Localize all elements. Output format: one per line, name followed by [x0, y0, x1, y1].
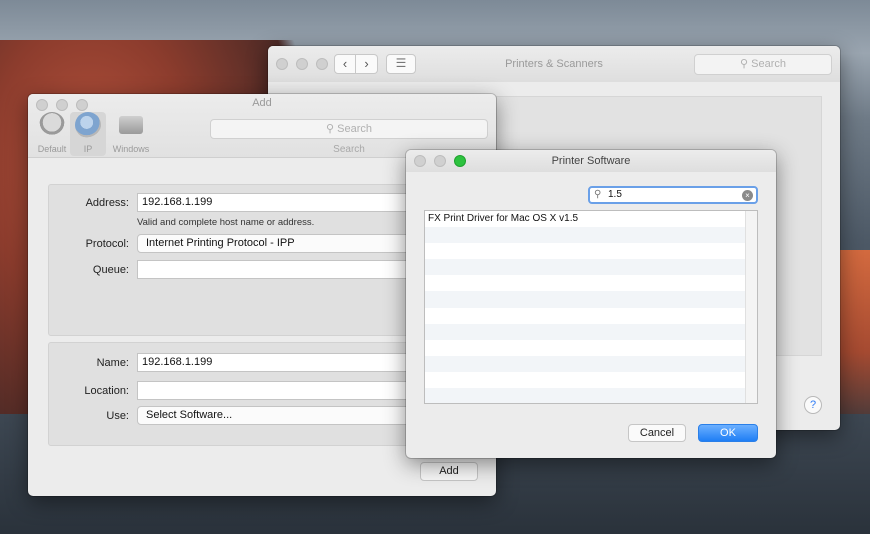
- printer-software-titlebar[interactable]: Printer Software: [406, 150, 776, 172]
- cancel-button[interactable]: Cancel: [628, 424, 686, 442]
- window-controls: [414, 155, 466, 167]
- zoom-button[interactable]: [316, 58, 328, 70]
- clear-search-icon[interactable]: ×: [742, 190, 753, 201]
- empty-row: [425, 307, 757, 324]
- add-toolbar: Add Default IP Windows ⚲ Search Search: [28, 94, 496, 158]
- empty-row: [425, 275, 757, 292]
- software-list: FX Print Driver for Mac OS X v1.5: [424, 210, 758, 404]
- search-input[interactable]: ⚲ Search: [694, 54, 832, 75]
- zoom-button[interactable]: [454, 155, 466, 167]
- printer-icon: [39, 112, 65, 138]
- protocol-label: Protocol:: [85, 238, 129, 250]
- list-item[interactable]: FX Print Driver for Mac OS X v1.5: [425, 211, 757, 228]
- list-scrollbar[interactable]: [745, 211, 757, 403]
- nav-buttons: ‹ ›: [334, 54, 378, 74]
- forward-button[interactable]: ›: [356, 54, 378, 74]
- queue-label: Queue:: [92, 264, 129, 276]
- toolbar-default-label: Default: [37, 144, 67, 154]
- minimize-button[interactable]: [296, 58, 308, 70]
- address-label: Address:: [85, 197, 129, 209]
- minimize-button[interactable]: [434, 155, 446, 167]
- search-icon: ⚲: [740, 58, 752, 70]
- empty-row: [425, 355, 757, 372]
- add-button[interactable]: Add: [420, 462, 478, 481]
- show-all-button[interactable]: ☰: [386, 54, 416, 74]
- empty-row: [425, 243, 757, 260]
- name-label: Name:: [96, 357, 129, 369]
- location-label: Location:: [84, 385, 129, 397]
- help-button[interactable]: ?: [804, 396, 822, 414]
- window-title: Add: [252, 97, 272, 109]
- ok-button[interactable]: OK: [698, 424, 758, 442]
- empty-row: [425, 259, 757, 276]
- address-hint: Valid and complete host name or address.: [137, 217, 315, 228]
- search-input[interactable]: ⚲ Search: [210, 119, 488, 139]
- toolbar-ip[interactable]: IP: [70, 112, 106, 156]
- use-label: Use:: [106, 410, 129, 422]
- windows-printer-icon: [119, 116, 143, 134]
- printer-software-window: Printer Software ⚲ 1.5 × FX Print Driver…: [406, 150, 776, 458]
- close-button[interactable]: [414, 155, 426, 167]
- toolbar-windows-label: Windows: [112, 144, 150, 154]
- window-title: Printers & Scanners: [505, 58, 603, 70]
- close-button[interactable]: [276, 58, 288, 70]
- globe-icon: [75, 112, 101, 138]
- search-placeholder: Search: [751, 58, 786, 70]
- software-search-value: 1.5: [608, 189, 622, 200]
- empty-row: [425, 371, 757, 389]
- empty-row: [425, 291, 757, 308]
- search-icon: ⚲: [326, 123, 338, 135]
- software-search-input[interactable]: ⚲ 1.5 ×: [588, 186, 758, 204]
- empty-row: [425, 339, 757, 356]
- toolbar-default[interactable]: Default: [34, 112, 70, 154]
- empty-row: [425, 388, 757, 403]
- printers-scanners-titlebar[interactable]: ‹ › ☰ Printers & Scanners ⚲ Search: [268, 46, 840, 82]
- empty-row: [425, 227, 757, 244]
- back-button[interactable]: ‹: [334, 54, 356, 74]
- search-placeholder: Search: [337, 123, 372, 135]
- empty-row: [425, 323, 757, 340]
- window-title: Printer Software: [551, 155, 631, 167]
- search-icon: ⚲: [594, 189, 602, 200]
- toolbar-windows[interactable]: Windows: [110, 112, 152, 154]
- toolbar-ip-label: IP: [83, 144, 93, 154]
- window-controls: [276, 58, 328, 70]
